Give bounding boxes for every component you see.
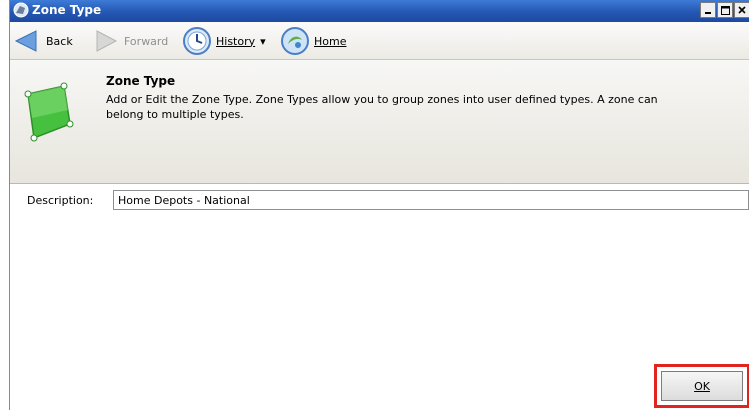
page-header: Zone Type Add or Edit the Zone Type. Zon… <box>10 60 749 184</box>
minimize-button[interactable] <box>700 2 716 18</box>
minimize-icon <box>705 12 711 14</box>
description-label: Description: <box>27 194 94 207</box>
description-input[interactable] <box>113 190 749 210</box>
back-label: Back <box>46 34 73 48</box>
forward-button[interactable]: Forward <box>94 22 168 60</box>
history-dropdown-icon[interactable]: ▾ <box>260 35 266 48</box>
history-label: History <box>216 34 256 48</box>
back-arrow-icon <box>14 30 37 52</box>
page-description: Add or Edit the Zone Type. Zone Types al… <box>106 93 658 121</box>
forward-arrow-icon <box>96 30 118 52</box>
zone-type-window: Zone Type Back Forward History ▾ Home Zo… <box>9 0 749 410</box>
home-globe-icon <box>281 27 309 55</box>
close-icon <box>738 6 746 14</box>
title-bar[interactable]: Zone Type <box>10 0 749 22</box>
maximize-button[interactable] <box>717 2 733 18</box>
navigation-toolbar: Back Forward History ▾ Home <box>10 22 749 60</box>
window-title: Zone Type <box>32 3 102 17</box>
home-label: Home <box>314 34 347 48</box>
ok-label: OK <box>694 379 710 393</box>
page-title: Zone Type <box>106 74 176 88</box>
clock-icon <box>183 27 211 55</box>
app-icon <box>13 2 29 18</box>
maximize-icon <box>720 5 730 15</box>
forward-label: Forward <box>124 34 169 48</box>
history-button[interactable]: History ▾ <box>182 22 266 60</box>
zone-polygon-icon <box>24 82 74 142</box>
ok-button[interactable]: OK <box>661 371 743 401</box>
home-button[interactable]: Home <box>280 22 346 60</box>
back-button[interactable]: Back <box>14 22 73 60</box>
close-button[interactable] <box>734 2 749 18</box>
